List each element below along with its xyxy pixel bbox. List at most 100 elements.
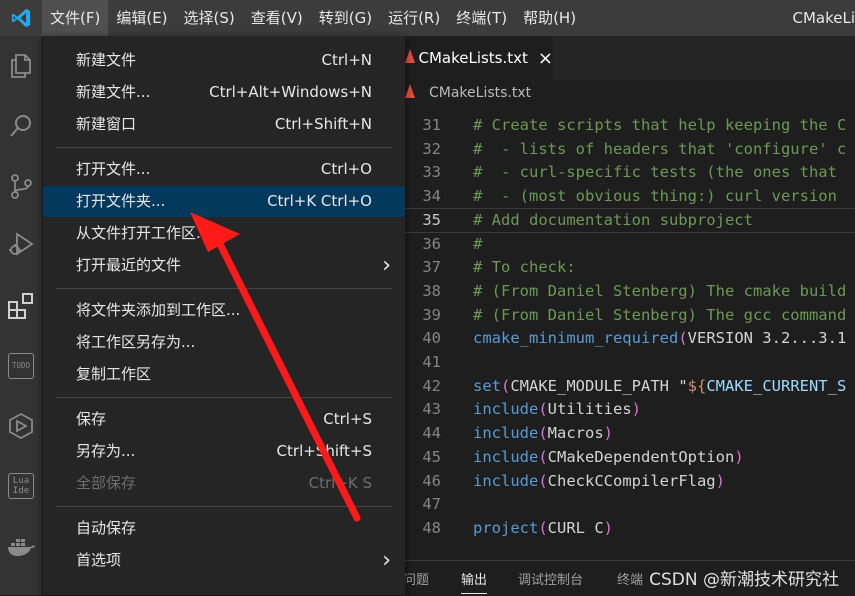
code-line: 31 # Create scripts that help keeping the… (405, 114, 855, 138)
menu-item[interactable]: 将工作区另存为... (43, 327, 405, 358)
line-number: 33 (422, 163, 441, 182)
code-line: 33 # - curl-specific tests (the ones that (405, 161, 855, 185)
menu-6[interactable]: 终端(T) (448, 0, 515, 36)
code-line: 44 include(Macros) (405, 422, 855, 446)
code-line: 34 # - (most obvious thing:) curl version (405, 185, 855, 209)
code-line: 47 (405, 493, 855, 517)
extensions-icon[interactable] (0, 284, 42, 328)
code-line: 37 # To check: (405, 256, 855, 280)
menu-item-shortcut: Ctrl+K Ctrl+O (267, 192, 372, 210)
code-line: 48 project(CURL C) (405, 517, 855, 541)
menu-7[interactable]: 帮助(H) (515, 0, 584, 36)
menu-item[interactable]: 打开最近的文件 › (43, 250, 405, 281)
menu-item[interactable]: 打开文件夹... Ctrl+K Ctrl+O (43, 186, 405, 217)
line-number: 31 (422, 116, 441, 134)
file-menu-dropdown: 新建文件 Ctrl+N 新建文件... Ctrl+Alt+Windows+N 新建窗口 C… (43, 36, 405, 595)
menu-separator (56, 288, 392, 289)
menu-item[interactable]: 新建文件 Ctrl+N (43, 45, 405, 76)
menu-item[interactable]: 另存为... Ctrl+Shift+S (43, 436, 405, 467)
source-control-icon[interactable] (0, 164, 42, 208)
menu-item[interactable]: 复制工作区 (43, 359, 405, 390)
breadcrumb-file: CMakeLists.txt (429, 85, 532, 101)
menu-separator (56, 506, 392, 507)
panel-tab[interactable]: 终端 (617, 569, 643, 588)
code-text: # Create scripts that help keeping the C (473, 116, 847, 134)
watermark: CSDN @新潮技术研究社 (649, 570, 839, 590)
panel-tab[interactable]: 调试控制台 (518, 569, 583, 588)
chevron-right-icon: › (382, 253, 391, 278)
editor-tab-label: CMakeLists.txt (418, 49, 528, 67)
line-number: 46 (422, 471, 441, 490)
window-title: CMakeLi (792, 9, 855, 27)
code-line: 46 include(CheckCCompilerFlag) (405, 470, 855, 494)
code-line: 42 set(CMAKE_MODULE_PATH "${CMAKE_CURRENT… (405, 375, 855, 399)
menu-item[interactable]: 自动保存 (43, 513, 405, 544)
menu-4[interactable]: 转到(G) (311, 0, 380, 36)
menu-2[interactable]: 选择(S) (176, 0, 243, 36)
panel-tab[interactable]: 问题 (403, 569, 429, 588)
menu-item[interactable]: 打开文件... Ctrl+O (43, 154, 405, 185)
code-text: # (From Daniel Stenberg) The gcc command (473, 305, 847, 324)
line-number: 48 (422, 518, 441, 537)
code-line: 40 cmake_minimum_required(VERSION 3.2...3… (405, 327, 855, 351)
code-text: include(Macros) (473, 424, 614, 443)
docker-icon[interactable] (0, 524, 42, 568)
code-text: cmake_minimum_required(VERSION 3.2...3.1 (473, 329, 847, 348)
code-editor[interactable]: 31 # Create scripts that help keeping the… (405, 100, 855, 560)
menu-item[interactable]: 新建文件... Ctrl+Alt+Windows+N (43, 77, 405, 108)
menu-item[interactable]: 首选项 › (43, 545, 405, 576)
menu-0[interactable]: 文件(F) (42, 0, 109, 36)
code-text: # - curl-specific tests (the ones that (473, 163, 847, 182)
menu-item-label: 打开文件... (76, 160, 151, 178)
code-text: # To check: (473, 258, 576, 277)
menu-item[interactable]: 全部保存 Ctrl+K S (43, 468, 405, 499)
menu-item-label: 新建窗口 (76, 115, 137, 133)
todo-icon[interactable]: TODO (0, 344, 42, 388)
cube-icon[interactable] (0, 404, 42, 448)
code-text: # Add documentation subproject (473, 210, 753, 229)
menu-item-label: 从文件打开工作区... (76, 224, 211, 242)
panel-tab-bar: 问题 输出 调试控制台 终端 CSDN @新潮技术研究社 (403, 560, 855, 596)
search-icon[interactable] (0, 104, 42, 148)
lua-ide-icon[interactable]: Lua Ide (0, 464, 42, 508)
files-icon[interactable] (0, 44, 42, 88)
code-line: 38 # (From Daniel Stenberg) The cmake bui… (405, 280, 855, 304)
line-number: 34 (422, 187, 441, 206)
tab-close-icon[interactable]: × (538, 48, 553, 69)
code-line: 32 # - lists of headers that 'configure' … (405, 138, 855, 162)
editor-tab-bar: CMakeLists.txt × (405, 36, 855, 80)
run-debug-icon[interactable] (0, 222, 42, 266)
code-line: 45 include(CMakeDependentOption) (405, 446, 855, 470)
menu-separator (56, 147, 392, 148)
menu-item-label: 打开最近的文件 (76, 256, 182, 274)
line-number: 42 (422, 376, 441, 395)
menu-item[interactable]: 新建窗口 Ctrl+Shift+N (43, 109, 405, 140)
code-text: set(CMAKE_MODULE_PATH "${CMAKE_CURRENT_S (473, 376, 847, 395)
line-number: 47 (422, 495, 441, 514)
menu-item-shortcut: Ctrl+S (323, 410, 372, 428)
menu-item-label: 打开文件夹... (76, 192, 166, 210)
line-number: 40 (422, 329, 441, 348)
cmake-file-icon (405, 49, 416, 67)
menu-separator (56, 397, 392, 398)
line-number: 41 (422, 353, 441, 371)
menu-item-label: 将工作区另存为... (76, 333, 196, 351)
chevron-right-icon: › (382, 548, 391, 573)
code-text: # (From Daniel Stenberg) The cmake build (473, 281, 847, 300)
menu-item-shortcut: Ctrl+Shift+N (274, 115, 372, 133)
panel-tab[interactable]: 输出 (461, 569, 488, 594)
editor-tab-cmakelists[interactable]: CMakeLists.txt × (405, 36, 553, 80)
menu-item[interactable]: 保存 Ctrl+S (43, 404, 405, 435)
menu-item[interactable]: 将文件夹添加到工作区... (43, 295, 405, 326)
line-number: 38 (422, 281, 441, 300)
menu-item-shortcut: Ctrl+Shift+S (276, 442, 372, 460)
menu-5[interactable]: 运行(R) (380, 0, 448, 36)
line-number: 39 (422, 305, 441, 324)
menu-item[interactable]: 从文件打开工作区... (43, 218, 405, 249)
menu-1[interactable]: 编辑(E) (108, 0, 175, 36)
menu-3[interactable]: 查看(V) (243, 0, 311, 36)
menu-item-shortcut: Ctrl+K S (308, 474, 372, 492)
activity-bar: TODO Lua Ide (0, 36, 42, 595)
line-number: 43 (422, 400, 441, 419)
code-text: # - lists of headers that 'configure' c (473, 139, 847, 158)
